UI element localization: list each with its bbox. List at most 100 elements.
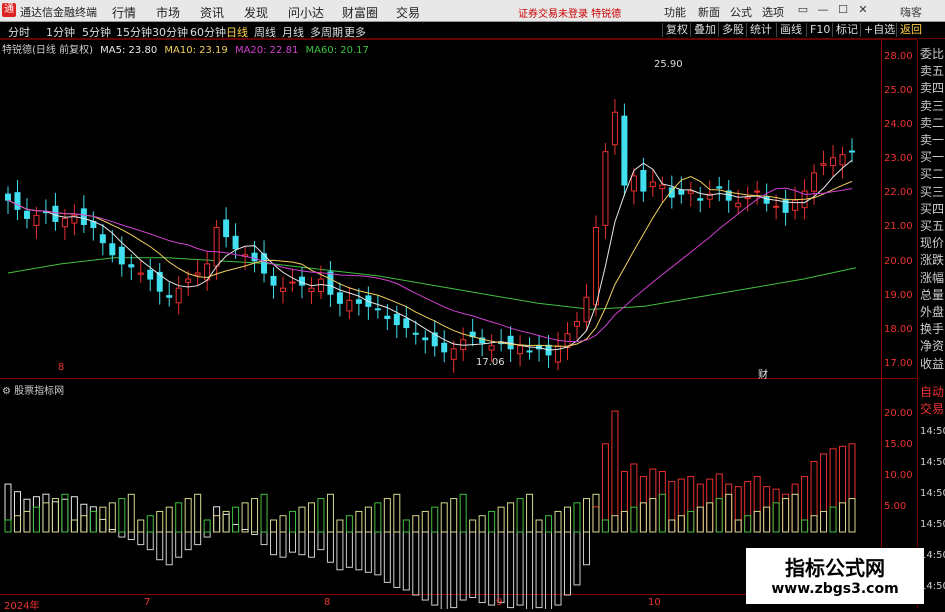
candle-body bbox=[744, 196, 751, 200]
indicator-bar-2 bbox=[23, 510, 31, 533]
settings-icon[interactable]: ⚙ bbox=[2, 386, 11, 397]
indicator-bar-2 bbox=[791, 493, 799, 533]
candle-body bbox=[697, 198, 704, 201]
indicator-bar-2 bbox=[383, 498, 391, 533]
indicator-bar bbox=[440, 531, 448, 609]
indicator-bar-2 bbox=[336, 519, 344, 533]
sidebar-item[interactable]: 买三 bbox=[920, 184, 944, 200]
sidebar-item[interactable]: 买二 bbox=[920, 166, 944, 182]
candle-body bbox=[820, 163, 827, 166]
indicator-panel-title: ⚙ 股票指标网 bbox=[2, 382, 64, 397]
indicator-bar-2 bbox=[61, 493, 69, 533]
kline-chart[interactable] bbox=[0, 0, 917, 609]
indicator-bar bbox=[51, 501, 59, 533]
ma5-line bbox=[7, 159, 853, 351]
indicator-bar bbox=[421, 531, 429, 601]
event-marker[interactable]: 8 bbox=[58, 362, 64, 373]
sidebar-item[interactable]: 买一 bbox=[920, 149, 944, 165]
indicator-bar-2 bbox=[488, 510, 496, 533]
indicator-bar-2 bbox=[279, 515, 287, 533]
candle-body bbox=[213, 227, 220, 267]
sidebar-mode[interactable]: 交易 bbox=[920, 401, 944, 417]
indicator-bar bbox=[13, 491, 21, 533]
indicator-bar bbox=[270, 531, 278, 556]
sidebar-item[interactable]: 收益 bbox=[920, 356, 944, 372]
indicator-bar bbox=[535, 531, 543, 609]
candle-body bbox=[194, 272, 201, 276]
watermark-title: 指标公式网 bbox=[785, 556, 885, 580]
indicator-bar-2 bbox=[355, 510, 363, 533]
indicator-bar-2 bbox=[80, 515, 88, 533]
indicator-bar-2 bbox=[469, 519, 477, 533]
candle-body bbox=[517, 345, 524, 355]
sidebar-item[interactable]: 外盘 bbox=[920, 304, 944, 320]
sidebar-item[interactable]: 委比 bbox=[920, 46, 944, 62]
indicator-bar-2 bbox=[507, 502, 515, 533]
finance-marker[interactable]: 财 bbox=[758, 366, 768, 381]
sidebar-item[interactable]: 总量 bbox=[920, 287, 944, 303]
sidebar-item[interactable]: 现价 bbox=[920, 235, 944, 251]
indicator-bar-2 bbox=[307, 502, 315, 533]
indicator-bar-2 bbox=[51, 498, 59, 533]
indicator-bar bbox=[620, 471, 628, 533]
indicator-bar bbox=[791, 483, 799, 533]
indicator-bar-2 bbox=[326, 493, 334, 533]
indicator-bar bbox=[175, 531, 183, 558]
sidebar-item[interactable]: 卖四 bbox=[920, 80, 944, 96]
indicator-bar-2 bbox=[184, 498, 192, 533]
sidebar-time: 14:50 bbox=[920, 488, 945, 499]
indicator-bar bbox=[279, 531, 287, 558]
indicator-bar bbox=[478, 531, 486, 604]
candle-body bbox=[830, 157, 837, 167]
sidebar-item[interactable]: 卖一 bbox=[920, 132, 944, 148]
indicator-bar bbox=[412, 531, 420, 596]
date-label: 9 bbox=[496, 597, 503, 608]
indicator-bar-2 bbox=[820, 510, 828, 533]
sidebar-item[interactable]: 买五 bbox=[920, 218, 944, 234]
candle-body bbox=[573, 321, 580, 327]
candle-body bbox=[308, 287, 315, 292]
candle-body bbox=[592, 227, 599, 306]
indicator-bar-2 bbox=[801, 519, 809, 533]
price-tick: 28.00 bbox=[884, 51, 913, 62]
indicator-bar-2 bbox=[431, 506, 439, 533]
quote-sidebar: 委比 卖五 卖四卖三 卖二 卖一 买一 买二买三 买四 买五 现价 涨跌涨幅 总量 外盘 换手 净资收益自动… bbox=[917, 40, 945, 609]
sidebar-item[interactable]: 净资 bbox=[920, 338, 944, 354]
sidebar-item[interactable]: 卖三 bbox=[920, 98, 944, 114]
indicator-bar bbox=[213, 506, 221, 533]
candle-body bbox=[792, 199, 799, 211]
sidebar-item[interactable]: 涨跌 bbox=[920, 252, 944, 268]
indicator-bar bbox=[127, 531, 135, 541]
indicator-bar bbox=[184, 531, 192, 551]
indicator-bar bbox=[118, 531, 126, 538]
candle-body bbox=[687, 190, 694, 194]
indicator-bar-2 bbox=[630, 506, 638, 533]
candle-body bbox=[128, 264, 135, 268]
indicator-bar-2 bbox=[241, 502, 249, 533]
indicator-bar-2 bbox=[782, 498, 790, 533]
sidebar-time: 14:50 bbox=[920, 519, 945, 530]
indicator-bar bbox=[715, 473, 723, 533]
indicator-bar-2 bbox=[440, 502, 448, 533]
indicator-bar bbox=[146, 531, 154, 551]
indicator-bar bbox=[4, 483, 12, 533]
sidebar-item[interactable]: 卖五 bbox=[920, 63, 944, 79]
candle-body bbox=[555, 345, 562, 363]
indicator-bar bbox=[260, 531, 268, 546]
indicator-bar bbox=[317, 531, 325, 551]
indicator-bar bbox=[744, 481, 752, 533]
sidebar-item[interactable]: 卖二 bbox=[920, 115, 944, 131]
indicator-bar bbox=[42, 493, 50, 533]
sidebar-mode[interactable]: 自动 bbox=[920, 384, 944, 400]
indicator-bar-2 bbox=[715, 498, 723, 533]
indicator-bar bbox=[497, 531, 505, 604]
indicator-bar-2 bbox=[696, 506, 704, 533]
candle-body bbox=[839, 154, 846, 166]
indicator-name[interactable]: 股票指标网 bbox=[14, 386, 64, 397]
indicator-bar bbox=[80, 503, 88, 533]
sidebar-item[interactable]: 买四 bbox=[920, 201, 944, 217]
sidebar-item[interactable]: 涨幅 bbox=[920, 270, 944, 286]
sidebar-time: 14:50 bbox=[920, 426, 945, 437]
sidebar-item[interactable]: 换手 bbox=[920, 321, 944, 337]
indicator-bar-2 bbox=[108, 502, 116, 533]
